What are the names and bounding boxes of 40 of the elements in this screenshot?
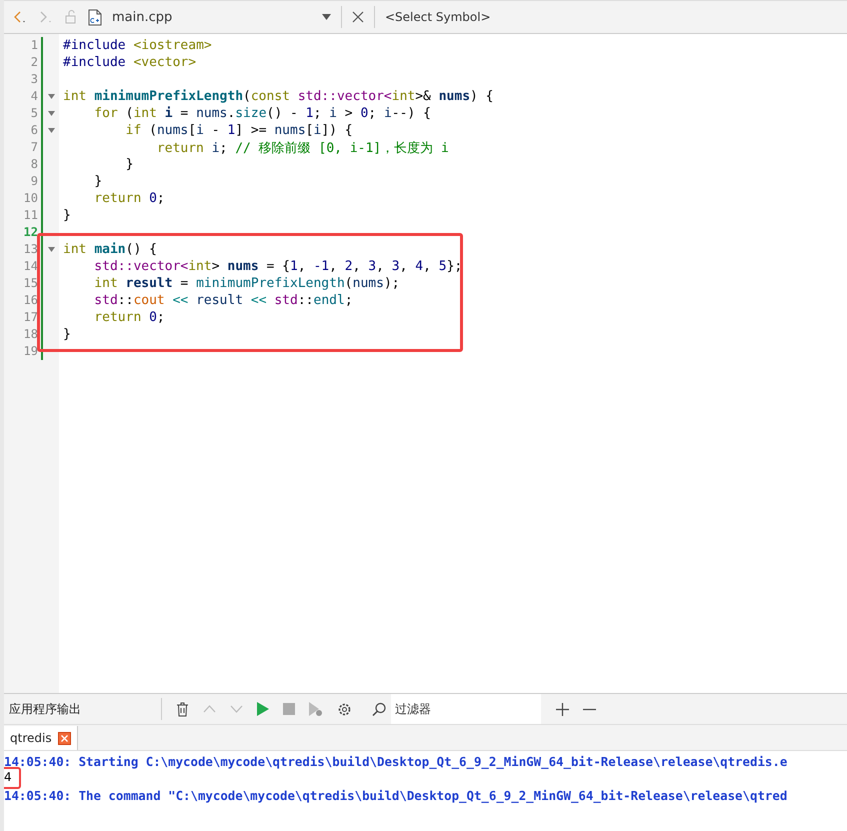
code-line: for (int i = nums.size() - 1; i > 0; i--) { [93, 106, 431, 121]
output-line: 14:05:40: The command "C:\mycode\mycode\qtredis\build\Desktop_Qt_6_9_2_MinGW_64_bit-Release\release\qtred [4, 787, 788, 804]
code-line: int main() { [62, 242, 157, 257]
code-line: int result = minimumPrefixLength(nums); [93, 276, 400, 291]
plus-icon[interactable] [556, 702, 569, 716]
code-line: #include <iostream> [62, 38, 212, 53]
run-icon[interactable] [257, 702, 269, 716]
fold-arrow-icon[interactable] [48, 247, 54, 252]
fold-arrow-icon[interactable] [48, 111, 54, 116]
close-icon[interactable] [58, 732, 71, 744]
code-line: } [62, 208, 71, 223]
trash-icon[interactable] [176, 702, 189, 716]
code-line: if (nums[i - 1] >= nums[i]) { [124, 123, 353, 138]
output-line: 14:05:40: Starting C:\mycode\mycode\qtredis\build\Desktop_Qt_6_9_2_MinGW_64_bit-Release\release\qtredis.e [4, 753, 788, 770]
close-icon[interactable] [352, 11, 364, 23]
code-line: #include <vector> [62, 55, 196, 70]
symbol-dropdown[interactable]: <Select Symbol> [385, 10, 491, 24]
filter-field[interactable]: 过滤器 [391, 694, 541, 724]
output-line: 4 [4, 770, 12, 786]
code-line: return 0; [93, 310, 165, 325]
file-dropdown[interactable]: main.cpp [112, 10, 312, 24]
code-line: } [93, 174, 102, 189]
fold-arrow-icon[interactable] [48, 94, 54, 99]
fold-arrow-icon[interactable] [48, 128, 54, 133]
code-line: int minimumPrefixLength(const std::vector<int>& nums) { [62, 89, 494, 104]
output-tab[interactable]: qtredis [4, 726, 78, 750]
pane-title: 应用程序输出 [9, 700, 82, 718]
code-line: std::vector<int> nums = {1, -1, 2, 3, 3, 4, 5}; [93, 259, 462, 274]
code-line: } [124, 157, 134, 172]
settings-icon[interactable] [337, 702, 352, 716]
code-line: std::cout << result << std::endl; [93, 293, 353, 308]
code-line: } [62, 327, 71, 342]
dropdown-caret-icon[interactable] [322, 14, 331, 20]
code-line: return i; // 移除前缀 [0, i-1]，长度为 i [156, 140, 449, 156]
cpp-file-icon [88, 8, 102, 26]
debug-run-icon[interactable] [309, 702, 323, 716]
back-arrow-icon[interactable] [12, 10, 28, 24]
search-icon [372, 702, 387, 716]
code-line: return 0; [93, 191, 165, 206]
highlight-frame [4, 767, 21, 789]
